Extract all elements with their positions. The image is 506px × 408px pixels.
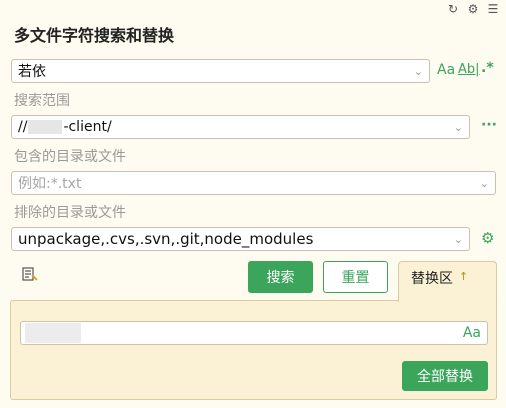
tab-replace-label: 替换区 bbox=[411, 271, 453, 287]
arrow-up-icon: ↑ bbox=[459, 270, 469, 283]
chevron-down-icon[interactable]: ⌄ bbox=[480, 177, 489, 190]
scope-label: 搜索范围 bbox=[14, 93, 70, 109]
match-case-icon[interactable]: Aa bbox=[437, 62, 455, 78]
file-list-icon[interactable] bbox=[22, 266, 38, 281]
settings-icon[interactable]: ⚙ bbox=[466, 2, 480, 16]
exclude-value: unpackage,.cvs,.svn,.git,node_modules bbox=[18, 230, 314, 248]
more-icon[interactable]: ··· bbox=[481, 117, 497, 133]
include-input[interactable]: 例如:*.txt ⌄ bbox=[11, 171, 496, 195]
chevron-down-icon[interactable]: ⌄ bbox=[454, 233, 463, 246]
menu-icon[interactable]: ☰ bbox=[486, 2, 500, 16]
replace-all-button[interactable]: 全部替换 bbox=[402, 361, 488, 391]
settings-gear-icon[interactable]: ⚙ bbox=[481, 229, 494, 247]
scope-input[interactable]: // -client/ ⌄ bbox=[11, 115, 470, 139]
search-button[interactable]: 搜索 bbox=[248, 261, 313, 293]
search-input-value: 若依 bbox=[18, 64, 46, 80]
refresh-icon[interactable]: ↻ bbox=[446, 2, 460, 16]
reset-button[interactable]: 重置 bbox=[323, 261, 388, 293]
match-case-icon[interactable]: Aa bbox=[463, 325, 481, 341]
window-controls: ↻ ⚙ ☰ bbox=[446, 0, 500, 18]
whole-word-icon[interactable]: Ab| bbox=[458, 62, 480, 77]
exclude-label: 排除的目录或文件 bbox=[14, 205, 126, 221]
scope-suffix: -client/ bbox=[63, 119, 112, 135]
scope-prefix: // bbox=[18, 119, 28, 135]
page-title: 多文件字符搜索和替换 bbox=[14, 26, 175, 45]
exclude-input[interactable]: unpackage,.cvs,.svn,.git,node_modules ⌄ bbox=[11, 227, 470, 251]
chevron-down-icon[interactable]: ⌄ bbox=[454, 121, 463, 134]
replace-input[interactable]: Aa bbox=[20, 321, 488, 345]
redacted-block bbox=[25, 323, 81, 343]
redacted-block bbox=[28, 120, 63, 134]
include-placeholder: 例如:*.txt bbox=[18, 176, 82, 192]
regex-icon[interactable]: .* bbox=[481, 60, 494, 76]
tab-replace[interactable]: 替换区 ↑ bbox=[398, 261, 497, 302]
include-label: 包含的目录或文件 bbox=[14, 149, 126, 165]
chevron-down-icon[interactable]: ⌄ bbox=[414, 65, 423, 78]
search-input[interactable]: 若依 ⌄ bbox=[11, 59, 430, 83]
